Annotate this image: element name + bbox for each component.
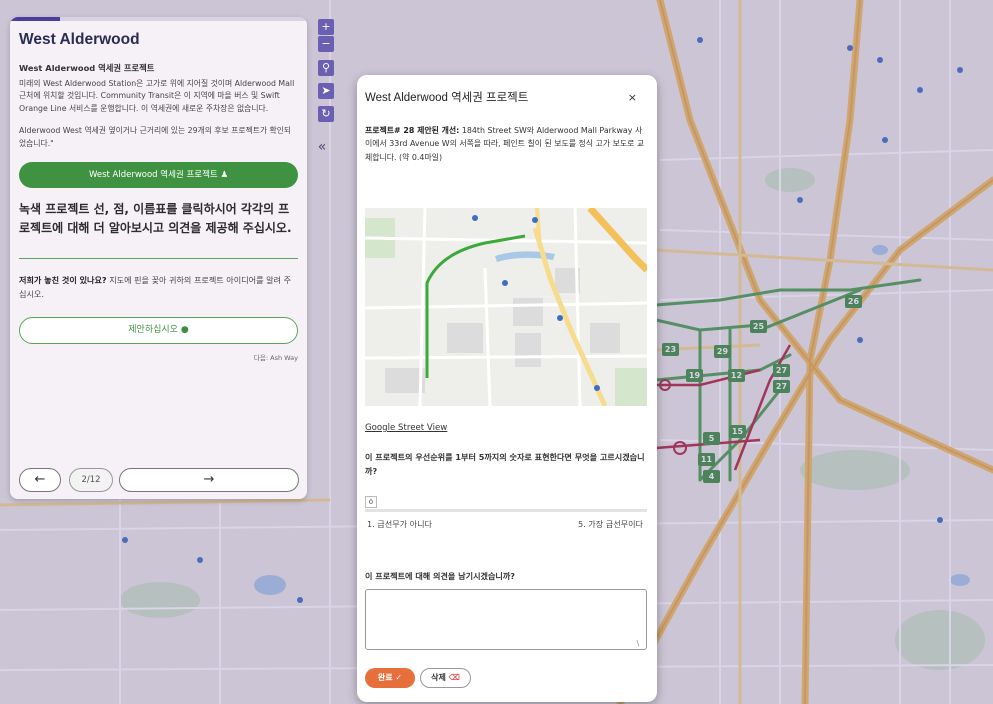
delete-button[interactable]: 삭제 ⌫ <box>420 668 471 688</box>
people-group-icon: ♟ <box>220 170 229 181</box>
missed-prompt: 저희가 놓친 것이 있나요? 지도에 핀을 꽂아 귀하의 프로젝트 아이디어를 … <box>19 273 298 301</box>
station-projects-label: West Alderwood 역세권 프로젝트 <box>88 170 218 181</box>
project-badge-12[interactable]: 12 <box>728 369 745 382</box>
map-pin-icon: ● <box>180 325 189 336</box>
project-description: 프로젝트# 28 제안된 개선: 184th Street SW와 Alderw… <box>365 124 649 164</box>
zoom-out-button[interactable]: − <box>318 36 334 52</box>
project-badge-29[interactable]: 29 <box>714 345 731 358</box>
previous-button[interactable]: ← <box>19 468 61 492</box>
project-badge-15[interactable]: 15 <box>729 425 746 438</box>
station-projects-button[interactable]: West Alderwood 역세권 프로젝트 ♟ <box>19 162 298 189</box>
suggest-button[interactable]: 제안하십시오 ● <box>19 317 298 345</box>
resize-grip-icon[interactable]: ∖ <box>635 639 655 701</box>
popup-title: West Alderwood 역세권 프로젝트 <box>365 92 529 104</box>
panel-title: West Alderwood <box>19 31 140 48</box>
close-icon[interactable]: × <box>628 91 637 104</box>
next-stop-credit: 다음: Ash Way <box>253 354 298 363</box>
mini-map-canvas <box>365 208 647 406</box>
project-badge-23[interactable]: 23 <box>662 343 679 356</box>
story-progress-bar <box>10 17 307 21</box>
panel-candidate-paragraph: Alderwood West 역세권 옆이거나 근거리에 있는 29개의 후보 … <box>19 126 292 148</box>
missed-prompt-bold: 저희가 놓친 것이 있나요? <box>19 275 107 286</box>
location-arrow-icon: ➤ <box>321 84 331 97</box>
refresh-icon: ↻ <box>321 107 331 120</box>
panel-instruction: 녹색 프로젝트 선, 점, 이름표를 클릭하시어 각각의 프로젝트에 대해 더 … <box>19 202 292 236</box>
comment-textarea[interactable] <box>365 589 647 650</box>
story-navigation: ← 2/12 → <box>19 468 299 492</box>
suggest-button-label: 제안하십시오 <box>128 325 178 336</box>
panel-subheading: West Alderwood 역세권 프로젝트 <box>19 63 155 73</box>
project-badge-27a[interactable]: 27 <box>773 364 790 377</box>
reset-view-button[interactable]: ↻ <box>318 106 334 122</box>
project-badge-27b[interactable]: 27 <box>773 380 790 393</box>
delete-button-label: 삭제 <box>431 673 446 682</box>
panel-divider <box>19 258 298 260</box>
project-badge-19[interactable]: 19 <box>686 369 703 382</box>
project-location-map[interactable] <box>365 208 647 406</box>
priority-slider-value[interactable]: 0 <box>365 496 377 508</box>
story-progress-fill <box>10 17 61 21</box>
project-badge-4[interactable]: 4 <box>703 470 720 483</box>
google-street-view-link[interactable]: Google Street View <box>365 423 447 433</box>
project-badge-26[interactable]: 26 <box>845 295 862 308</box>
done-button[interactable]: 완료 ✓ <box>365 668 415 688</box>
search-map-button[interactable]: ⚲ <box>318 60 334 76</box>
collapse-panel-button[interactable]: « <box>314 139 330 155</box>
project-badge-25[interactable]: 25 <box>750 320 767 333</box>
project-description-label: 프로젝트# 28 제안된 개선: <box>365 126 460 135</box>
page-indicator: 2/12 <box>69 468 113 492</box>
panel-intro-paragraph: 미래의 West Alderwood Station은 고가로 위에 지어질 것… <box>19 79 295 113</box>
project-badge-11[interactable]: 11 <box>698 453 715 466</box>
next-button[interactable]: → <box>119 468 299 492</box>
priority-max-label: 5. 가장 급선무이다 <box>578 519 643 529</box>
search-icon: ⚲ <box>321 61 331 74</box>
trash-icon: ⌫ <box>448 673 460 682</box>
zoom-in-button[interactable]: + <box>318 19 334 35</box>
story-panel: West Alderwood West Alderwood 역세권 프로젝트 미… <box>10 17 307 499</box>
priority-slider[interactable] <box>365 509 647 512</box>
project-popup: West Alderwood 역세권 프로젝트 × 프로젝트# 28 제안된 개… <box>357 75 657 702</box>
priority-question: 이 프로젝트의 우선순위를 1부터 5까지의 숫자로 표현한다면 무엇을 고르시… <box>365 452 645 476</box>
project-badge-5[interactable]: 5 <box>703 432 720 445</box>
priority-min-label: 1. 급선무가 아니다 <box>367 519 432 529</box>
comment-question: 이 프로젝트에 대해 의견을 남기시겠습니까? <box>365 571 516 581</box>
locate-button[interactable]: ➤ <box>318 83 334 99</box>
